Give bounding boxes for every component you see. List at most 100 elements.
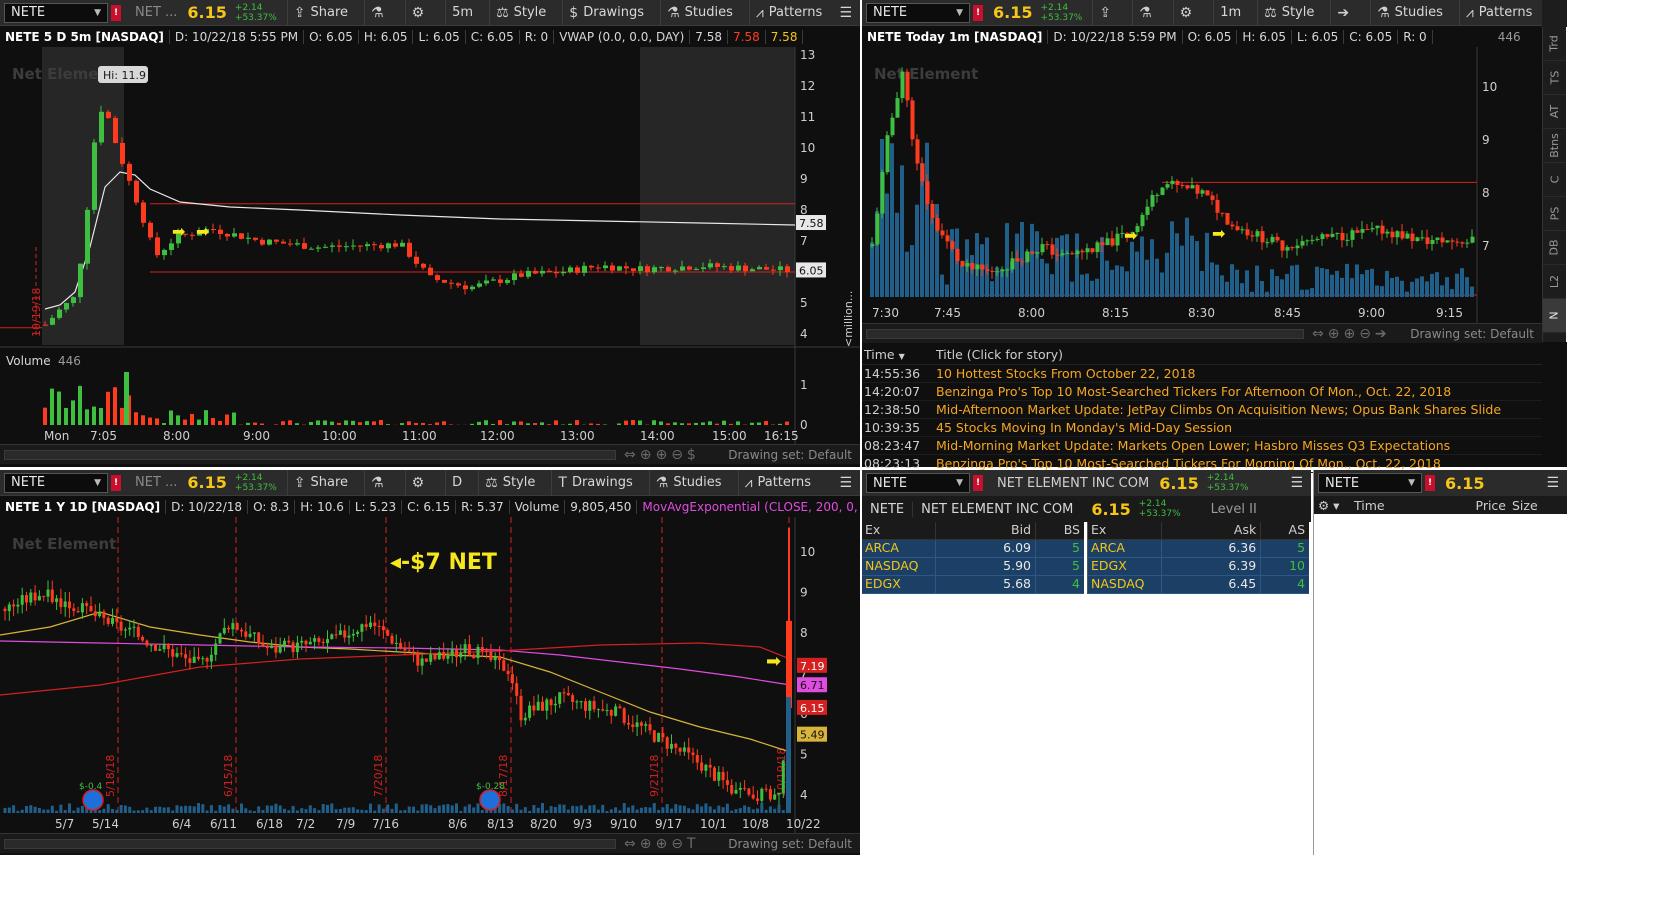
studies-button[interactable]: ⚗ Studies <box>1370 0 1449 26</box>
symbol-selector[interactable]: NETE ▼ <box>1318 473 1422 493</box>
news-row[interactable]: 14:20:07 Benzinga Pro's Top 10 Most-Searc… <box>862 383 1542 401</box>
alert-flag-icon[interactable]: ! <box>1425 475 1435 491</box>
studies-button[interactable]: ⚗ Studies <box>648 470 728 496</box>
menu-icon[interactable]: ☰ <box>1538 475 1567 491</box>
candle-body <box>970 263 975 270</box>
volume-bar <box>316 420 320 425</box>
style-button[interactable]: ⚖ Style <box>489 0 552 26</box>
ts-col-time[interactable]: Time <box>1354 498 1444 513</box>
ask-col-ex[interactable]: Ex <box>1088 522 1162 539</box>
settings-button[interactable]: ⚙ <box>404 470 436 496</box>
candle-body <box>227 627 231 630</box>
aggregation-button[interactable]: 5m <box>445 0 479 26</box>
horizontal-scrollbar[interactable] <box>4 449 616 460</box>
news-title[interactable]: Mid-Morning Market Update: Markets Open … <box>936 438 1450 453</box>
news-title[interactable]: 10 Hottest Stocks From October 22, 2018 <box>936 366 1196 381</box>
news-title[interactable]: Mid-Afternoon Market Update: JetPay Clim… <box>936 402 1501 417</box>
news-title[interactable]: 45 Stocks Moving In Monday's Mid-Day Ses… <box>936 420 1232 435</box>
bid-col-size[interactable]: BS <box>1036 522 1084 539</box>
ask-row[interactable]: ARCA 6.36 5 <box>1088 540 1309 558</box>
menu-icon[interactable]: ☰ <box>831 5 860 21</box>
style-button[interactable]: ⚖ Style <box>1257 0 1320 26</box>
side-tab-trd[interactable]: Trd <box>1543 27 1566 61</box>
news-row[interactable]: 08:23:47 Mid-Morning Market Update: Marke… <box>862 437 1542 455</box>
chart-5d-plot[interactable]: Net Element13121110987654Mon7:058:009:00… <box>0 47 860 447</box>
gear-icon[interactable]: ⚙ ▾ <box>1314 498 1354 513</box>
settings-button[interactable]: ⚙ <box>1172 0 1204 26</box>
settings-button[interactable]: ⚙ <box>404 0 436 26</box>
style-button[interactable]: ⚖ Style <box>478 470 541 496</box>
share-button[interactable]: ⇪ <box>1092 0 1122 26</box>
symbol-selector[interactable]: NETE ▼ <box>4 2 108 23</box>
y-tick-label: 9 <box>800 172 808 186</box>
side-tab-btns[interactable]: Btns <box>1543 129 1566 163</box>
side-tab-l2[interactable]: L2 <box>1543 265 1566 299</box>
flask-button[interactable]: ⚗ <box>1132 0 1163 26</box>
alert-flag-icon[interactable]: ! <box>111 474 121 491</box>
side-tab-ts[interactable]: TS <box>1543 61 1566 95</box>
bid-col-ex[interactable]: Ex <box>862 522 936 539</box>
patterns-button[interactable]: ⩘ Patterns <box>1458 0 1538 26</box>
horizontal-scrollbar[interactable] <box>4 838 616 849</box>
level2-tab[interactable]: NETE <box>862 501 914 517</box>
side-tab-n[interactable]: N <box>1543 299 1566 333</box>
side-tab-db[interactable]: DB <box>1543 231 1566 265</box>
studies-button[interactable]: ⚗ Studies <box>660 0 739 26</box>
drawings-button[interactable]: $ Drawings <box>562 0 650 26</box>
side-tab-ps[interactable]: PS <box>1543 197 1566 231</box>
ts-col-price[interactable]: Price <box>1444 498 1507 513</box>
volume-bar <box>764 809 768 813</box>
news-row[interactable]: 12:38:50 Mid-Afternoon Market Update: Jet… <box>862 401 1542 419</box>
ask-col-ask[interactable]: Ask <box>1162 522 1262 539</box>
bid-col-bid[interactable]: Bid <box>936 522 1036 539</box>
flask-button[interactable]: ⚗ <box>364 0 395 26</box>
zoom-controls-icon[interactable]: ⇔⊕⊕⊖T <box>624 836 699 852</box>
bid-row[interactable]: NASDAQ 5.90 5 <box>862 558 1084 576</box>
share-button[interactable]: ⇪ Share <box>286 0 354 26</box>
bid-row[interactable]: EDGX 5.68 4 <box>862 576 1084 594</box>
aggregation-button[interactable]: 1m <box>1213 0 1247 26</box>
chart-1m-plot[interactable]: Net Element 10 9 8 7 7:30 7:45 8:00 8:15 8:30 8:45… <box>862 47 1542 323</box>
patterns-button[interactable]: ⩘ Patterns <box>748 0 828 26</box>
symbol-selector[interactable]: NETE ▼ <box>4 472 108 493</box>
zoom-controls-icon[interactable]: ⇔⊕⊕⊖➔ <box>1312 326 1391 342</box>
candle-body <box>980 264 985 270</box>
chart-1y-plot[interactable]: Net Element109876545/75/146/46/116/187/2… <box>0 517 860 835</box>
news-col-time[interactable]: Time ▼ <box>862 347 936 362</box>
menu-icon[interactable]: ☰ <box>1282 475 1311 491</box>
news-title[interactable]: Benzinga Pro's Top 10 Most-Searched Tick… <box>936 456 1441 471</box>
horizontal-scrollbar[interactable] <box>866 328 1304 339</box>
ask-col-size[interactable]: AS <box>1261 522 1309 539</box>
alert-flag-icon[interactable]: ! <box>973 4 983 21</box>
news-row[interactable]: 10:39:35 45 Stocks Moving In Monday's Mid… <box>862 419 1542 437</box>
arrow-button[interactable]: ➔ <box>1330 0 1360 26</box>
aggregation-label: D <box>452 475 463 490</box>
news-row[interactable]: 14:55:36 10 Hottest Stocks From October 2… <box>862 365 1542 383</box>
patterns-button[interactable]: ⩘ Patterns <box>737 470 817 496</box>
menu-icon[interactable]: ☰ <box>831 475 860 491</box>
drawings-button[interactable]: T Drawings <box>551 470 638 496</box>
ts-col-size[interactable]: Size <box>1506 498 1538 513</box>
drawing-set[interactable]: Drawing set: Default <box>728 448 860 462</box>
symbol-selector[interactable]: NETE ▼ <box>866 473 970 493</box>
alert-flag-icon[interactable]: ! <box>111 4 121 21</box>
news-col-title[interactable]: Title (Click for story) <box>936 347 1063 362</box>
candle-body <box>1190 185 1195 189</box>
alert-flag-icon[interactable]: ! <box>973 475 983 491</box>
bid-row[interactable]: ARCA 6.09 5 <box>862 540 1084 558</box>
flask-button[interactable]: ⚗ <box>364 470 395 496</box>
side-tab-at[interactable]: AT <box>1543 95 1566 129</box>
share-button[interactable]: ⇪ Share <box>286 470 354 496</box>
candle-body <box>730 784 734 794</box>
volume-bar <box>386 424 390 425</box>
drawing-set[interactable]: Drawing set: Default <box>728 837 860 851</box>
drawing-set[interactable]: Drawing set: Default <box>1410 327 1542 341</box>
zoom-controls-icon[interactable]: ⇔⊕⊕⊖$ <box>624 447 700 463</box>
side-tab-c[interactable]: C <box>1543 163 1566 197</box>
ask-row[interactable]: NASDAQ 6.45 4 <box>1088 576 1309 594</box>
style-icon: ⚖ <box>496 4 509 21</box>
news-title[interactable]: Benzinga Pro's Top 10 Most-Searched Tick… <box>936 384 1451 399</box>
aggregation-button[interactable]: D <box>445 470 468 496</box>
symbol-selector[interactable]: NETE ▼ <box>866 2 970 23</box>
ask-row[interactable]: EDGX 6.39 10 <box>1088 558 1309 576</box>
